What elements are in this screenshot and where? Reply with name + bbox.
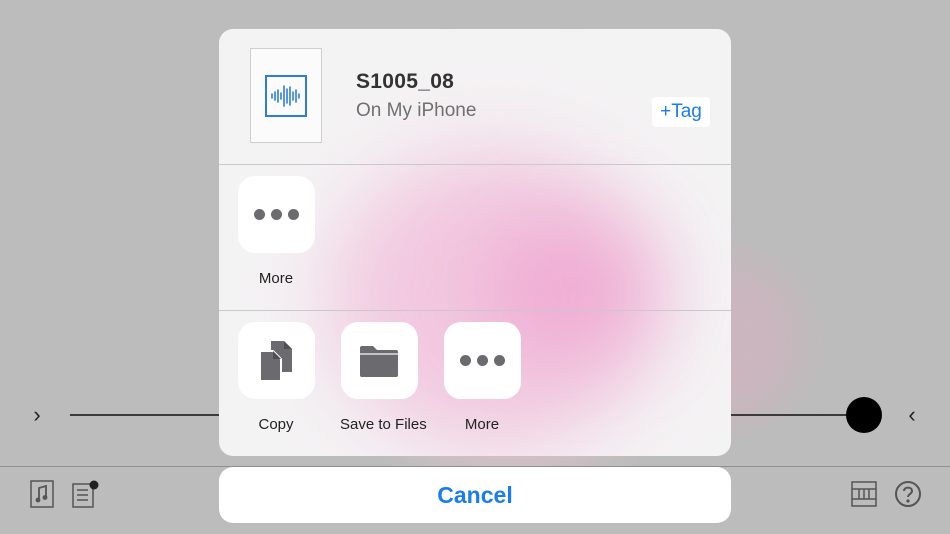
header-divider [219,164,731,165]
playback-knob[interactable] [846,397,882,433]
apps-more-label: More [258,270,294,287]
save-to-files-button[interactable]: Save to Files [340,322,427,433]
more-icon[interactable] [237,176,315,253]
notes-record-icon[interactable] [72,480,100,508]
share-sheet: S1005_08 On My iPhone +Tag More Copy Sav… [219,29,731,456]
copy-label: Copy [258,416,294,433]
save-to-files-label: Save to Files [340,416,427,433]
play-arrow-icon[interactable]: › [30,402,44,428]
file-name: S1005_08 [356,70,455,93]
file-location: On My iPhone [356,100,477,121]
music-note-icon[interactable] [28,480,56,508]
file-thumbnail [250,48,322,143]
copy-button[interactable]: Copy [237,322,315,433]
share-header: S1005_08 On My iPhone +Tag [219,29,731,164]
waveform-icon [265,74,307,117]
add-tag-button[interactable]: +Tag [652,97,710,127]
actions-more-button[interactable]: More [443,322,521,433]
copy-icon[interactable] [237,322,315,399]
apps-more-button[interactable]: More [237,176,315,287]
back-arrow-icon[interactable]: ‹ [905,402,919,428]
more-icon[interactable] [443,322,521,399]
folder-icon[interactable] [340,322,418,399]
cancel-button[interactable]: Cancel [219,467,731,523]
midi-icon[interactable] [850,480,878,508]
actions-more-label: More [464,416,500,433]
apps-divider [219,310,731,311]
help-icon[interactable] [894,480,922,508]
